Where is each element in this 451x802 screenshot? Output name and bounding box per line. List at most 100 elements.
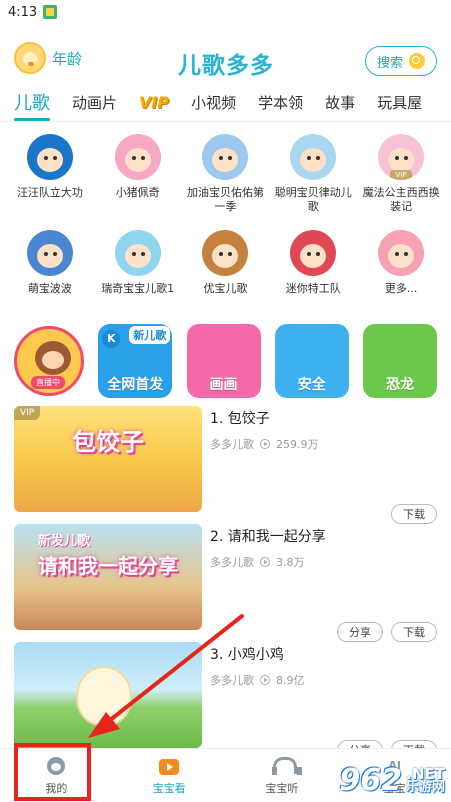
chick-avatar-icon <box>14 42 46 74</box>
category-tabs: 儿歌 动画片 VIP 小视频 学本领 故事 玩具屋 <box>0 84 451 122</box>
song-meta: 多多儿歌 8.9亿 <box>210 672 442 688</box>
live-tag: 直播中 <box>31 376 65 389</box>
live-banner[interactable]: 直播中 <box>14 326 84 396</box>
tab-xiaoshipin[interactable]: 小视频 <box>191 83 236 121</box>
character-label: 聪明宝贝律动儿歌 <box>274 186 352 213</box>
character-label: 瑞奇宝宝儿歌1 <box>101 282 175 295</box>
age-label: 年龄 <box>52 49 83 68</box>
download-button[interactable]: 下载 <box>391 504 437 524</box>
character-avatar-icon <box>290 134 337 180</box>
annotation-highlight-box <box>14 743 91 801</box>
banner-label: 画画 <box>209 377 238 393</box>
tab-erge[interactable]: 儿歌 <box>14 83 50 121</box>
status-time: 4:13 <box>8 4 38 20</box>
banner-label: 全网首发 <box>107 377 164 393</box>
play-count: 3.8万 <box>276 556 305 569</box>
character-label: 迷你特工队 <box>285 282 341 295</box>
nav-label: 宝宝听 <box>265 782 299 795</box>
nav-watch[interactable]: 宝宝看 <box>113 749 226 802</box>
character-item[interactable]: VIP 魔法公主西西换装记 <box>357 134 445 222</box>
watermark-cn: 乐游网 <box>405 779 445 795</box>
headphones-icon <box>270 755 302 777</box>
song-item[interactable]: VIP 包饺子 1. 包饺子 多多儿歌 259.9万 下载 <box>0 406 451 524</box>
song-title: 3. 小鸡小鸡 <box>210 647 284 663</box>
site-watermark: 962 .NET 乐游网 <box>339 763 445 798</box>
character-item[interactable]: 迷你特工队 <box>269 230 357 318</box>
age-button[interactable]: 年龄 <box>14 42 82 74</box>
banner-label: 安全 <box>297 377 326 393</box>
tab-donghuapian[interactable]: 动画片 <box>72 83 117 121</box>
play-count-icon <box>260 675 270 685</box>
app-notification-icon <box>43 5 58 19</box>
song-actions: 下载 <box>391 504 437 524</box>
tab-gushi[interactable]: 故事 <box>325 83 355 121</box>
song-title: 2. 请和我一起分享 <box>210 529 326 545</box>
search-button[interactable]: 搜索 <box>365 46 437 76</box>
play-count: 8.9亿 <box>276 674 305 687</box>
character-item[interactable]: 更多... <box>357 230 445 318</box>
song-item[interactable]: 新发儿歌 请和我一起分享 2. 请和我一起分享 多多儿歌 3.8万 分享 下载 <box>0 524 451 642</box>
download-button[interactable]: 下载 <box>391 622 437 642</box>
song-thumbnail[interactable] <box>14 642 202 748</box>
character-item[interactable]: 小猪佩奇 <box>94 134 182 222</box>
character-avatar-icon <box>114 230 161 276</box>
character-label: 更多... <box>384 282 418 295</box>
thumbnail-title: 包饺子 <box>72 428 144 456</box>
character-item[interactable]: 聪明宝贝律动儿歌 <box>269 134 357 222</box>
monkey-icon <box>35 341 71 375</box>
song-title: 1. 包饺子 <box>210 411 270 427</box>
song-thumbnail[interactable]: VIP 包饺子 <box>14 406 202 512</box>
tab-wanjuwu[interactable]: 玩具屋 <box>377 83 422 121</box>
song-author: 多多儿歌 <box>210 438 254 451</box>
character-item[interactable]: 萌宝波波 <box>6 230 94 318</box>
vip-badge: VIP <box>14 406 41 420</box>
search-label: 搜索 <box>376 55 403 71</box>
character-avatar-icon <box>26 230 73 276</box>
character-label: 魔法公主西西换装记 <box>362 186 440 213</box>
character-item[interactable]: 瑞奇宝宝儿歌1 <box>94 230 182 318</box>
character-avatar-icon <box>378 230 425 276</box>
thumbnail-subtitle: 新发儿歌 <box>38 534 91 549</box>
character-avatar-icon <box>202 134 249 180</box>
safety-banner[interactable]: 安全 <box>274 324 349 398</box>
character-item[interactable]: 优宝儿歌 <box>182 230 270 318</box>
banner-label: 恐龙 <box>386 377 414 393</box>
tab-xuebenling[interactable]: 学本领 <box>258 83 303 121</box>
vip-badge: VIP <box>390 170 413 180</box>
character-label: 小猪佩奇 <box>115 186 160 199</box>
character-item[interactable]: 汪汪队立大功 <box>6 134 94 222</box>
search-icon <box>409 53 425 69</box>
character-label: 优宝儿歌 <box>203 282 248 295</box>
nav-label: 宝宝看 <box>152 782 186 795</box>
play-count-icon <box>260 439 270 449</box>
tv-icon <box>157 755 181 777</box>
character-item[interactable]: 加油宝贝佑佑第一季 <box>182 134 270 222</box>
song-meta: 多多儿歌 3.8万 <box>210 554 442 570</box>
top-bar: 年龄 儿歌多多 搜索 <box>0 24 451 84</box>
status-bar: 4:13 <box>0 0 451 24</box>
watermark-side: .NET 乐游网 <box>405 764 445 795</box>
character-avatar-icon <box>114 134 161 180</box>
dinosaur-banner[interactable]: 恐龙 <box>363 324 437 398</box>
character-label: 汪汪队立大功 <box>16 186 83 199</box>
thumbnail-title: 请和我一起分享 <box>38 554 178 578</box>
song-author: 多多儿歌 <box>210 674 254 687</box>
feature-banners: 直播中 K 新儿歌 全网首发 画画 安全 恐龙 <box>0 318 451 400</box>
share-button[interactable]: 分享 <box>337 622 383 642</box>
play-count: 259.9万 <box>276 438 319 451</box>
character-label: 萌宝波波 <box>27 282 72 295</box>
app-logo: 儿歌多多 <box>178 53 274 79</box>
song-list: VIP 包饺子 1. 包饺子 多多儿歌 259.9万 下载 新发儿歌 请和我一起… <box>0 400 451 760</box>
new-songs-banner[interactable]: K 新儿歌 全网首发 <box>98 324 173 398</box>
watermark-number: 962 <box>339 763 402 798</box>
drawing-banner[interactable]: 画画 <box>186 324 261 398</box>
character-avatar-icon: VIP <box>378 134 425 180</box>
watermark-net: .NET <box>406 764 445 783</box>
nav-listen[interactable]: 宝宝听 <box>226 749 339 802</box>
song-thumbnail[interactable]: 新发儿歌 请和我一起分享 <box>14 524 202 630</box>
song-actions: 分享 下载 <box>337 622 437 642</box>
character-avatar-icon <box>290 230 337 276</box>
character-label: 加油宝贝佑佑第一季 <box>186 186 264 213</box>
tab-vip[interactable]: VIP <box>139 83 169 121</box>
new-songs-tag: 新儿歌 <box>129 326 171 344</box>
